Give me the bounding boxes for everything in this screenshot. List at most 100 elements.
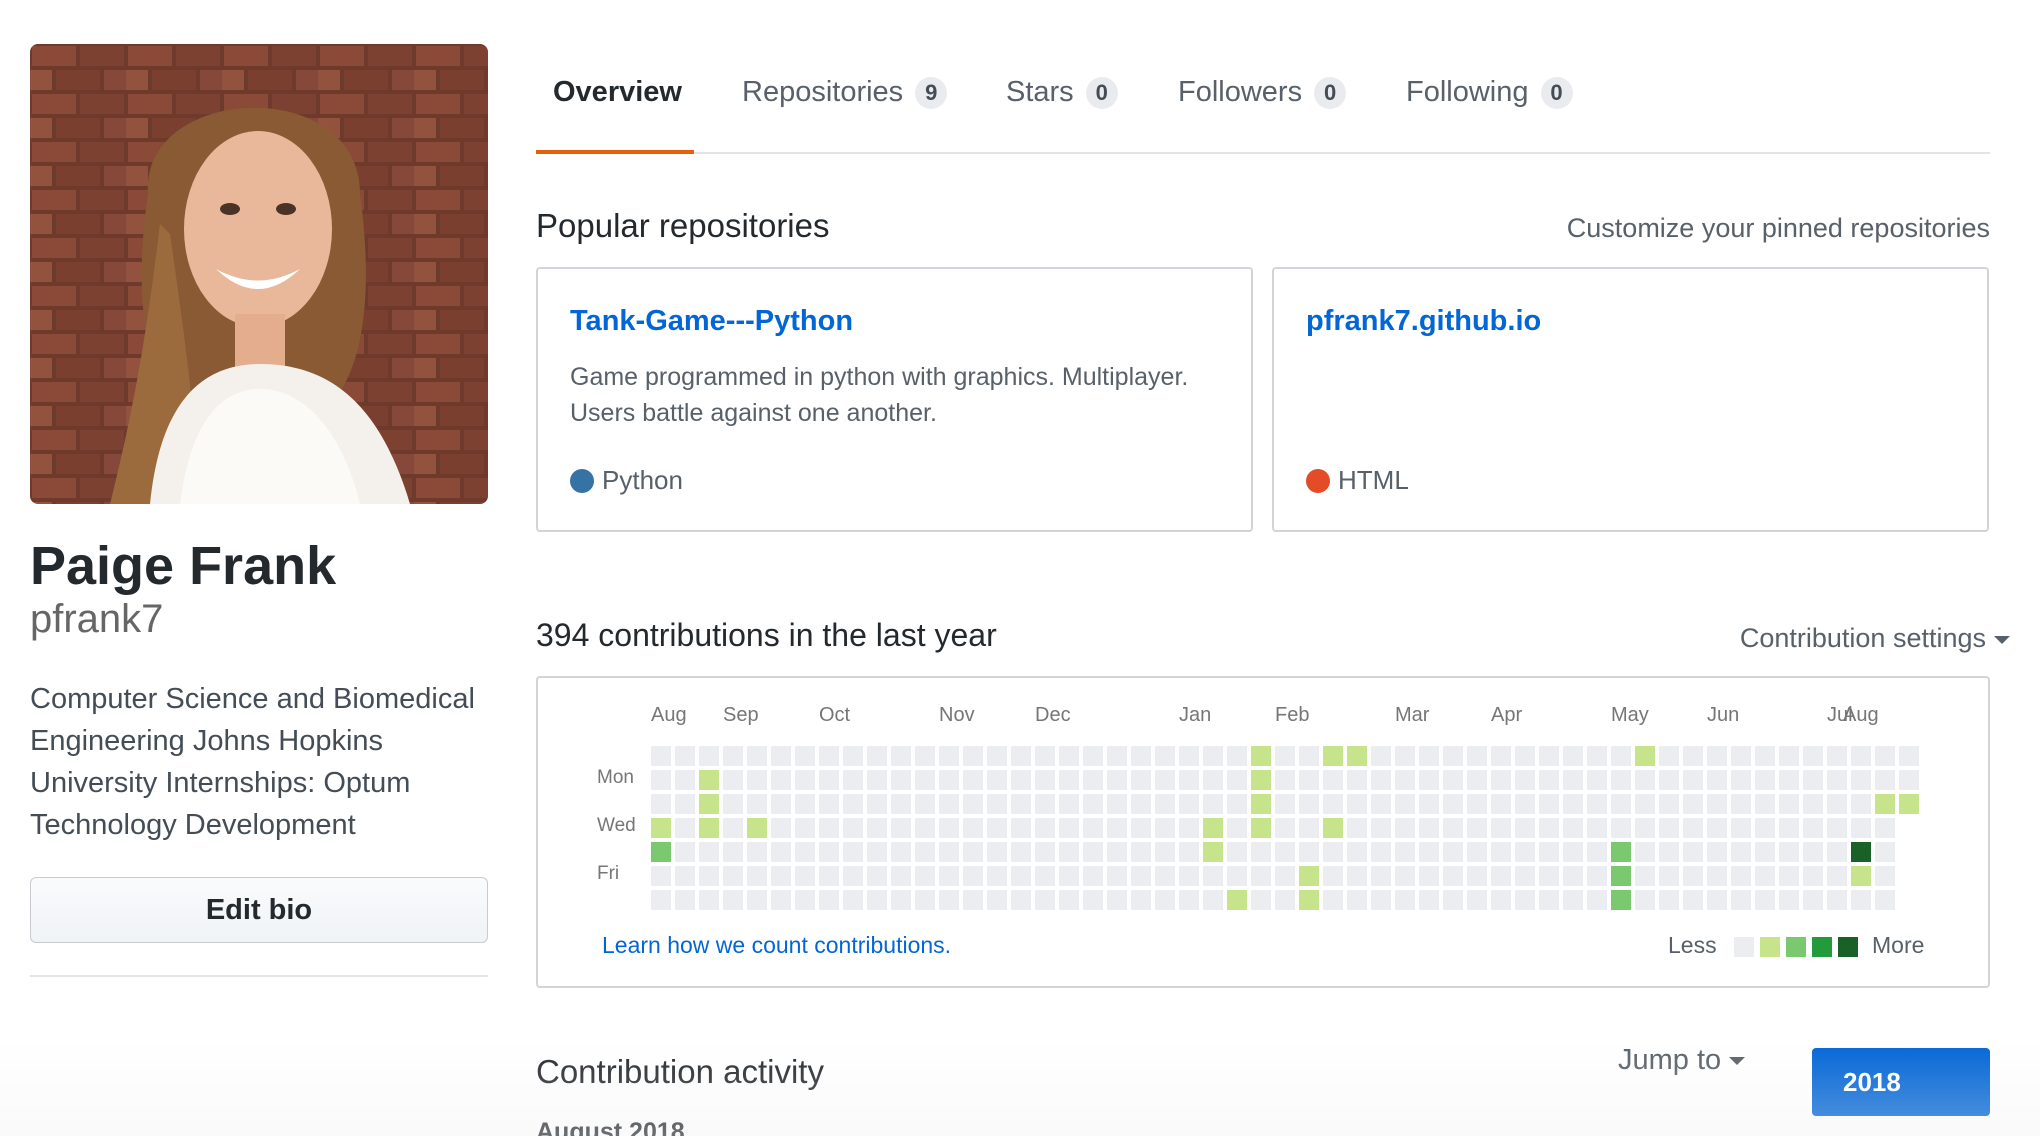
contribution-day-cell[interactable] [1347,770,1367,790]
contribution-day-cell[interactable] [1611,818,1631,838]
contribution-day-cell[interactable] [1731,818,1751,838]
contribution-day-cell[interactable] [963,890,983,910]
contribution-day-cell[interactable] [1131,866,1151,886]
contribution-day-cell[interactable] [771,842,791,862]
contribution-day-cell[interactable] [723,866,743,886]
contribution-day-cell[interactable] [1371,794,1391,814]
contribution-day-cell[interactable] [819,890,839,910]
contribution-day-cell[interactable] [1875,794,1895,814]
contribution-day-cell[interactable] [723,770,743,790]
contribution-day-cell[interactable] [891,866,911,886]
contribution-day-cell[interactable] [1395,842,1415,862]
contribution-day-cell[interactable] [1779,842,1799,862]
contribution-day-cell[interactable] [843,794,863,814]
contribution-day-cell[interactable] [1107,770,1127,790]
contribution-day-cell[interactable] [1083,866,1103,886]
contribution-day-cell[interactable] [1467,842,1487,862]
contribution-day-cell[interactable] [891,794,911,814]
contribution-day-cell[interactable] [1323,842,1343,862]
contribution-day-cell[interactable] [819,746,839,766]
repo-name-link[interactable]: Tank-Game---Python [570,305,853,338]
contribution-day-cell[interactable] [1035,890,1055,910]
contribution-day-cell[interactable] [1347,818,1367,838]
contribution-day-cell[interactable] [1587,818,1607,838]
contribution-day-cell[interactable] [1683,794,1703,814]
contribution-day-cell[interactable] [1323,794,1343,814]
contribution-day-cell[interactable] [1635,746,1655,766]
contribution-day-cell[interactable] [1707,746,1727,766]
contribution-day-cell[interactable] [1635,866,1655,886]
contribution-day-cell[interactable] [1731,842,1751,862]
contribution-day-cell[interactable] [819,842,839,862]
contribution-day-cell[interactable] [1011,794,1031,814]
contribution-day-cell[interactable] [1875,866,1895,886]
contribution-day-cell[interactable] [1611,746,1631,766]
contribution-day-cell[interactable] [1323,890,1343,910]
contribution-day-cell[interactable] [747,866,767,886]
contribution-day-cell[interactable] [1059,794,1079,814]
contribution-day-cell[interactable] [1443,794,1463,814]
contribution-day-cell[interactable] [867,794,887,814]
contribution-day-cell[interactable] [1419,746,1439,766]
contribution-day-cell[interactable] [1011,890,1031,910]
contribution-day-cell[interactable] [1635,842,1655,862]
contribution-day-cell[interactable] [1395,746,1415,766]
contribution-day-cell[interactable] [1611,794,1631,814]
contribution-day-cell[interactable] [1251,746,1271,766]
contribution-day-cell[interactable] [1275,794,1295,814]
contribution-day-cell[interactable] [1419,890,1439,910]
contribution-day-cell[interactable] [1851,770,1871,790]
contribution-day-cell[interactable] [1779,770,1799,790]
contribution-day-cell[interactable] [1803,842,1823,862]
contribution-day-cell[interactable] [1443,746,1463,766]
contribution-day-cell[interactable] [723,890,743,910]
contribution-day-cell[interactable] [771,794,791,814]
contribution-day-cell[interactable] [1083,794,1103,814]
contribution-day-cell[interactable] [843,890,863,910]
contribution-day-cell[interactable] [1539,842,1559,862]
contribution-day-cell[interactable] [1107,794,1127,814]
contribution-day-cell[interactable] [1035,746,1055,766]
contribution-day-cell[interactable] [1275,842,1295,862]
contribution-day-cell[interactable] [1443,770,1463,790]
contribution-day-cell[interactable] [1107,890,1127,910]
contribution-day-cell[interactable] [1587,842,1607,862]
contribution-day-cell[interactable] [771,890,791,910]
contribution-day-cell[interactable] [771,746,791,766]
contribution-day-cell[interactable] [1035,770,1055,790]
contribution-day-cell[interactable] [747,746,767,766]
tab-following[interactable]: Following 0 [1406,76,1573,109]
contribution-day-cell[interactable] [1539,746,1559,766]
contribution-day-cell[interactable] [1227,770,1247,790]
contribution-day-cell[interactable] [1299,770,1319,790]
contribution-day-cell[interactable] [1059,842,1079,862]
contribution-day-cell[interactable] [1635,890,1655,910]
contribution-day-cell[interactable] [939,890,959,910]
contribution-day-cell[interactable] [1779,890,1799,910]
contribution-day-cell[interactable] [1515,770,1535,790]
contribution-day-cell[interactable] [1443,890,1463,910]
contribution-day-cell[interactable] [1803,794,1823,814]
contribution-day-cell[interactable] [1491,890,1511,910]
contribution-day-cell[interactable] [1419,866,1439,886]
contribution-day-cell[interactable] [867,890,887,910]
contribution-day-cell[interactable] [1227,794,1247,814]
contribution-day-cell[interactable] [1851,866,1871,886]
contribution-day-cell[interactable] [1587,890,1607,910]
contribution-day-cell[interactable] [1563,770,1583,790]
contribution-day-cell[interactable] [723,842,743,862]
contribution-day-cell[interactable] [723,818,743,838]
contribution-day-cell[interactable] [1851,746,1871,766]
contribution-day-cell[interactable] [675,866,695,886]
contribution-day-cell[interactable] [1851,890,1871,910]
contribution-day-cell[interactable] [1827,890,1847,910]
contribution-day-cell[interactable] [987,818,1007,838]
contribution-day-cell[interactable] [1659,770,1679,790]
contribution-day-cell[interactable] [771,866,791,886]
contribution-day-cell[interactable] [1827,842,1847,862]
contribution-day-cell[interactable] [1275,890,1295,910]
contribution-day-cell[interactable] [1107,746,1127,766]
contribution-day-cell[interactable] [1659,746,1679,766]
contribution-day-cell[interactable] [1515,746,1535,766]
contribution-day-cell[interactable] [1371,866,1391,886]
